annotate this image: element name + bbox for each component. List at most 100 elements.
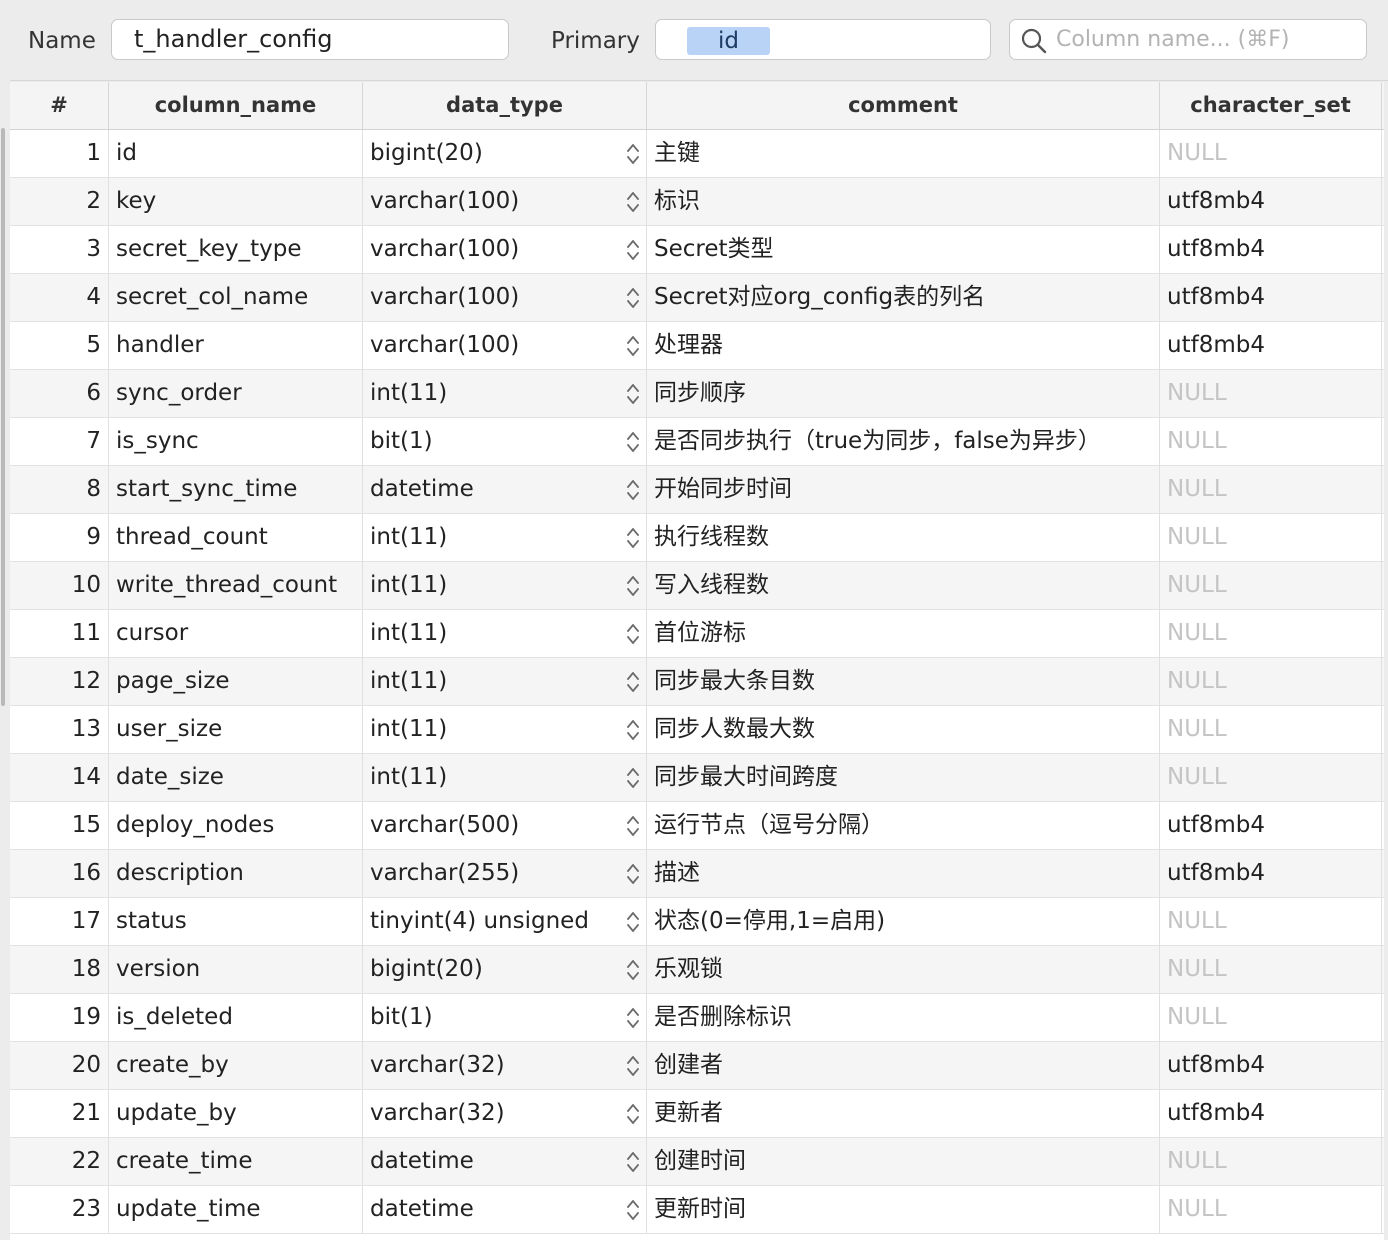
column-name-cell[interactable]: update_time bbox=[109, 1186, 363, 1233]
character-set-cell[interactable]: NULL bbox=[1160, 946, 1382, 993]
comment-cell[interactable]: 首位游标 bbox=[647, 610, 1160, 657]
column-name-cell[interactable]: is_deleted bbox=[109, 994, 363, 1041]
column-name-cell[interactable]: start_sync_time bbox=[109, 466, 363, 513]
column-name-cell[interactable]: update_by bbox=[109, 1090, 363, 1137]
column-name-cell[interactable]: cursor bbox=[109, 610, 363, 657]
stepper-icon[interactable] bbox=[626, 189, 640, 215]
column-name-cell[interactable]: status bbox=[109, 898, 363, 945]
comment-cell[interactable]: 开始同步时间 bbox=[647, 466, 1160, 513]
data-type-cell[interactable]: varchar(32) bbox=[363, 1090, 647, 1137]
data-type-cell[interactable]: int(11) bbox=[363, 754, 647, 801]
comment-cell[interactable]: 写入线程数 bbox=[647, 562, 1160, 609]
primary-key-token[interactable]: id bbox=[687, 27, 770, 55]
column-name-cell[interactable]: write_thread_count bbox=[109, 562, 363, 609]
data-type-cell[interactable]: int(11) bbox=[363, 370, 647, 417]
data-type-cell[interactable]: datetime bbox=[363, 1186, 647, 1233]
primary-key-field[interactable]: id bbox=[655, 19, 991, 60]
stepper-icon[interactable] bbox=[626, 909, 640, 935]
stepper-icon[interactable] bbox=[626, 1197, 640, 1223]
stepper-icon[interactable] bbox=[626, 333, 640, 359]
stepper-icon[interactable] bbox=[626, 237, 640, 263]
column-name-cell[interactable]: secret_key_type bbox=[109, 226, 363, 273]
character-set-cell[interactable]: NULL bbox=[1160, 562, 1382, 609]
column-name-cell[interactable]: create_time bbox=[109, 1138, 363, 1185]
comment-cell[interactable]: 处理器 bbox=[647, 322, 1160, 369]
comment-cell[interactable]: Secret类型 bbox=[647, 226, 1160, 273]
table-row[interactable]: 21 update_by varchar(32) 更新者 utf8mb4 bbox=[10, 1090, 1384, 1138]
stepper-icon[interactable] bbox=[626, 1053, 640, 1079]
character-set-cell[interactable]: utf8mb4 bbox=[1160, 178, 1382, 225]
comment-cell[interactable]: 更新者 bbox=[647, 1090, 1160, 1137]
column-name-cell[interactable]: id bbox=[109, 130, 363, 177]
data-type-cell[interactable]: int(11) bbox=[363, 562, 647, 609]
column-name-cell[interactable]: user_size bbox=[109, 706, 363, 753]
comment-cell[interactable]: 主键 bbox=[647, 130, 1160, 177]
table-row[interactable]: 1 id bigint(20) 主键 NULL bbox=[10, 130, 1384, 178]
column-name-cell[interactable]: thread_count bbox=[109, 514, 363, 561]
column-name-cell[interactable]: date_size bbox=[109, 754, 363, 801]
table-row[interactable]: 22 create_time datetime 创建时间 NULL bbox=[10, 1138, 1384, 1186]
data-type-cell[interactable]: bigint(20) bbox=[363, 130, 647, 177]
character-set-cell[interactable]: NULL bbox=[1160, 658, 1382, 705]
column-name-cell[interactable]: sync_order bbox=[109, 370, 363, 417]
stepper-icon[interactable] bbox=[626, 957, 640, 983]
character-set-cell[interactable]: utf8mb4 bbox=[1160, 802, 1382, 849]
comment-cell[interactable]: 标识 bbox=[647, 178, 1160, 225]
table-row[interactable]: 16 description varchar(255) 描述 utf8mb4 bbox=[10, 850, 1384, 898]
comment-cell[interactable]: 同步最大条目数 bbox=[647, 658, 1160, 705]
character-set-cell[interactable]: NULL bbox=[1160, 466, 1382, 513]
column-name-cell[interactable]: description bbox=[109, 850, 363, 897]
data-type-cell[interactable]: int(11) bbox=[363, 514, 647, 561]
table-row[interactable]: 23 update_time datetime 更新时间 NULL bbox=[10, 1186, 1384, 1234]
stepper-icon[interactable] bbox=[626, 477, 640, 503]
vertical-scrollbar[interactable] bbox=[1, 128, 5, 706]
table-row[interactable]: 19 is_deleted bit(1) 是否删除标识 NULL bbox=[10, 994, 1384, 1042]
table-row[interactable]: 15 deploy_nodes varchar(500) 运行节点（逗号分隔） utf8… bbox=[10, 802, 1384, 850]
table-row[interactable]: 14 date_size int(11) 同步最大时间跨度 NULL bbox=[10, 754, 1384, 802]
header-data-type[interactable]: data_type bbox=[363, 82, 647, 129]
comment-cell[interactable]: 同步顺序 bbox=[647, 370, 1160, 417]
stepper-icon[interactable] bbox=[626, 381, 640, 407]
character-set-cell[interactable]: utf8mb4 bbox=[1160, 322, 1382, 369]
data-type-cell[interactable]: varchar(500) bbox=[363, 802, 647, 849]
data-type-cell[interactable]: int(11) bbox=[363, 658, 647, 705]
data-type-cell[interactable]: varchar(32) bbox=[363, 1042, 647, 1089]
comment-cell[interactable]: 描述 bbox=[647, 850, 1160, 897]
table-row[interactable]: 6 sync_order int(11) 同步顺序 NULL bbox=[10, 370, 1384, 418]
comment-cell[interactable]: 状态(0=停用,1=启用) bbox=[647, 898, 1160, 945]
column-name-cell[interactable]: secret_col_name bbox=[109, 274, 363, 321]
character-set-cell[interactable]: utf8mb4 bbox=[1160, 1090, 1382, 1137]
header-column-name[interactable]: column_name bbox=[109, 82, 363, 129]
table-row[interactable]: 10 write_thread_count int(11) 写入线程数 NULL bbox=[10, 562, 1384, 610]
stepper-icon[interactable] bbox=[626, 1149, 640, 1175]
table-row[interactable]: 13 user_size int(11) 同步人数最大数 NULL bbox=[10, 706, 1384, 754]
stepper-icon[interactable] bbox=[626, 573, 640, 599]
table-row[interactable]: 8 start_sync_time datetime 开始同步时间 NULL bbox=[10, 466, 1384, 514]
character-set-cell[interactable]: utf8mb4 bbox=[1160, 226, 1382, 273]
character-set-cell[interactable]: NULL bbox=[1160, 514, 1382, 561]
character-set-cell[interactable]: utf8mb4 bbox=[1160, 274, 1382, 321]
column-search-box[interactable] bbox=[1009, 19, 1367, 60]
comment-cell[interactable]: Secret对应org_config表的列名 bbox=[647, 274, 1160, 321]
comment-cell[interactable]: 乐观锁 bbox=[647, 946, 1160, 993]
data-type-cell[interactable]: varchar(100) bbox=[363, 178, 647, 225]
character-set-cell[interactable]: NULL bbox=[1160, 130, 1382, 177]
data-type-cell[interactable]: bigint(20) bbox=[363, 946, 647, 993]
comment-cell[interactable]: 创建时间 bbox=[647, 1138, 1160, 1185]
character-set-cell[interactable]: NULL bbox=[1160, 370, 1382, 417]
character-set-cell[interactable]: utf8mb4 bbox=[1160, 1042, 1382, 1089]
character-set-cell[interactable]: NULL bbox=[1160, 898, 1382, 945]
comment-cell[interactable]: 是否删除标识 bbox=[647, 994, 1160, 1041]
data-type-cell[interactable]: varchar(100) bbox=[363, 274, 647, 321]
character-set-cell[interactable]: NULL bbox=[1160, 610, 1382, 657]
stepper-icon[interactable] bbox=[626, 285, 640, 311]
stepper-icon[interactable] bbox=[626, 717, 640, 743]
data-type-cell[interactable]: int(11) bbox=[363, 610, 647, 657]
comment-cell[interactable]: 更新时间 bbox=[647, 1186, 1160, 1233]
data-type-cell[interactable]: datetime bbox=[363, 1138, 647, 1185]
table-name-field[interactable]: t_handler_config bbox=[111, 19, 509, 60]
column-search-input[interactable] bbox=[1056, 21, 1356, 57]
table-row[interactable]: 3 secret_key_type varchar(100) Secret类型 utf8… bbox=[10, 226, 1384, 274]
character-set-cell[interactable]: NULL bbox=[1160, 754, 1382, 801]
table-row[interactable]: 4 secret_col_name varchar(100) Secret对应org_… bbox=[10, 274, 1384, 322]
